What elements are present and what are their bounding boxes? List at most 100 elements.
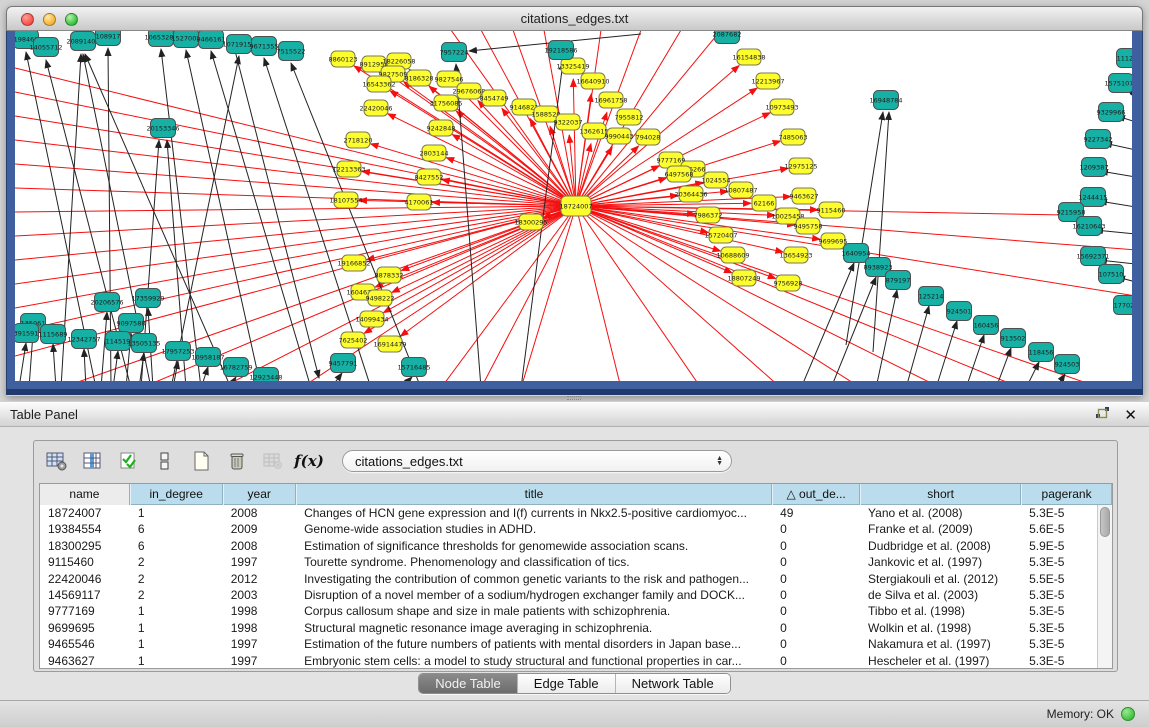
table-scrollbar-thumb[interactable] (1100, 507, 1110, 537)
table-cell-title[interactable]: Genome-wide association studies in ADHD. (296, 521, 772, 537)
table-cell-in_degree[interactable]: 6 (130, 521, 223, 537)
table-cell-year[interactable]: 2012 (223, 571, 296, 587)
network-canvas[interactable]: 1872400788601238912954182260589827509165… (15, 31, 1132, 381)
table-cell-title[interactable]: Estimation of the future numbers of pati… (296, 636, 772, 652)
table-cell-title[interactable]: Tourette syndrome. Phenomenology and cla… (296, 554, 772, 570)
table-cell-year[interactable]: 2003 (223, 587, 296, 603)
table-row[interactable]: 1830029562008Estimation of significance … (40, 538, 1112, 554)
table-cell-title[interactable]: Disruption of a novel member of a sodium… (296, 587, 772, 603)
table-selector-dropdown[interactable]: citations_edges.txt ▲▼ (342, 450, 732, 472)
table-cell-name[interactable]: 9777169 (40, 603, 130, 619)
table-cell-name[interactable]: 19384554 (40, 521, 130, 537)
table-cell-short[interactable]: Stergiakouli et al. (2012) (860, 571, 1021, 587)
table-cell-in_degree[interactable]: 1 (130, 620, 223, 636)
table-cell-out_de[interactable]: 0 (772, 636, 860, 652)
table-cell-out_de[interactable]: 49 (772, 505, 860, 521)
table-cell-short[interactable]: Tibbo et al. (1998) (860, 603, 1021, 619)
table-cell-out_de[interactable]: 0 (772, 571, 860, 587)
table-cell-title[interactable]: Investigating the contribution of common… (296, 571, 772, 587)
table-cell-short[interactable]: Dudbridge et al. (2008) (860, 538, 1021, 554)
table-cell-in_degree[interactable]: 1 (130, 505, 223, 521)
table-cell-short[interactable]: Franke et al. (2009) (860, 521, 1021, 537)
table-mode-icon[interactable] (42, 447, 72, 475)
table-cell-short[interactable]: Wolkin et al. (1998) (860, 620, 1021, 636)
table-cell-name[interactable]: 9463627 (40, 653, 130, 668)
table-row[interactable]: 1872400712008Changes of HCN gene express… (40, 505, 1112, 521)
table-cell-out_de[interactable]: 0 (772, 603, 860, 619)
table-row[interactable]: 911546021997Tourette syndrome. Phenomeno… (40, 554, 1112, 570)
table-cell-in_degree[interactable]: 1 (130, 636, 223, 652)
table-row[interactable]: 2242004622012Investigating the contribut… (40, 571, 1112, 587)
new-column-icon[interactable] (186, 447, 216, 475)
table-cell-year[interactable]: 2009 (223, 521, 296, 537)
delete-column-icon[interactable] (222, 447, 252, 475)
table-cell-year[interactable]: 1998 (223, 603, 296, 619)
table-cell-out_de[interactable]: 0 (772, 521, 860, 537)
close-panel-icon[interactable]: ✕ (1124, 408, 1137, 424)
table-row[interactable]: 1938455462009Genome-wide association stu… (40, 521, 1112, 537)
column-header-out_de[interactable]: △ out_de... (772, 484, 860, 505)
function-builder-icon[interactable]: f(x) (294, 447, 324, 475)
table-cell-year[interactable]: 1997 (223, 653, 296, 668)
table-cell-out_de[interactable]: 0 (772, 554, 860, 570)
table-cell-year[interactable]: 1997 (223, 636, 296, 652)
table-cell-year[interactable]: 2008 (223, 538, 296, 554)
table-cell-short[interactable]: Nakamura et al. (1997) (860, 636, 1021, 652)
graph-node-label: 9990443 (605, 132, 634, 140)
column-header-year[interactable]: year (223, 484, 296, 505)
tab-network-table[interactable]: Network Table (615, 674, 730, 693)
tab-edge-table[interactable]: Edge Table (517, 674, 615, 693)
table-cell-in_degree[interactable]: 2 (130, 571, 223, 587)
table-cell-title[interactable]: Structural magnetic resonance image aver… (296, 620, 772, 636)
table-cell-year[interactable]: 2008 (223, 505, 296, 521)
table-cell-name[interactable]: 18300295 (40, 538, 130, 554)
table-cell-name[interactable]: 14569117 (40, 587, 130, 603)
table-row[interactable]: 946554611997Estimation of the future num… (40, 636, 1112, 652)
column-header-pagerank[interactable]: pagerank (1021, 484, 1112, 505)
show-columns-icon[interactable] (78, 447, 108, 475)
column-header-short[interactable]: short (860, 484, 1021, 505)
table-cell-in_degree[interactable]: 1 (130, 603, 223, 619)
table-cell-name[interactable]: 9115460 (40, 554, 130, 570)
table-cell-title[interactable]: Embryonic stem cells: a model to study s… (296, 653, 772, 668)
column-header-name[interactable]: name (40, 484, 130, 505)
graph-node-label: 1640954 (842, 249, 871, 257)
table-cell-title[interactable]: Corpus callosum shape and size in male p… (296, 603, 772, 619)
column-header-in_degree[interactable]: in_degree (130, 484, 223, 505)
tab-node-table[interactable]: Node Table (419, 674, 517, 693)
table-row[interactable]: 969969511998Structural magnetic resonanc… (40, 620, 1112, 636)
table-cell-out_de[interactable]: 0 (772, 538, 860, 554)
table-cell-in_degree[interactable]: 2 (130, 587, 223, 603)
table-cell-short[interactable]: Jankovic et al. (1997) (860, 554, 1021, 570)
float-panel-icon[interactable] (1095, 406, 1110, 426)
table-cell-in_degree[interactable]: 6 (130, 538, 223, 554)
column-header-title[interactable]: title (296, 484, 772, 505)
table-row[interactable]: 1456911722003Disruption of a novel membe… (40, 587, 1112, 603)
table-cell-title[interactable]: Changes of HCN gene expression and I(f) … (296, 505, 772, 521)
row-height-icon[interactable] (150, 447, 180, 475)
table-cell-short[interactable]: Yano et al. (2008) (860, 505, 1021, 521)
table-cell-name[interactable]: 9465546 (40, 636, 130, 652)
table-scrollbar[interactable] (1097, 505, 1112, 668)
table-cell-name[interactable]: 9699695 (40, 620, 130, 636)
table-cell-name[interactable]: 18724007 (40, 505, 130, 521)
table-cell-out_de[interactable]: 0 (772, 620, 860, 636)
table-cell-name[interactable]: 22420046 (40, 571, 130, 587)
table-cell-title[interactable]: Estimation of significance thresholds fo… (296, 538, 772, 554)
table-cell-year[interactable]: 1998 (223, 620, 296, 636)
table-cell-out_de[interactable]: 0 (772, 653, 860, 668)
graph-node-label: 12975125 (784, 162, 817, 170)
table-cell-out_de[interactable]: 0 (772, 587, 860, 603)
network-window-titlebar[interactable]: citations_edges.txt (6, 6, 1143, 31)
network-graph[interactable]: 1872400788601238912954182260589827509165… (15, 31, 1132, 381)
table-row[interactable]: 946362711997Embryonic stem cells: a mode… (40, 653, 1112, 668)
table-row[interactable]: 977716911998Corpus callosum shape and si… (40, 603, 1112, 619)
table-cell-short[interactable]: de Silva et al. (2003) (860, 587, 1021, 603)
table-cell-short[interactable]: Hescheler et al. (1997) (860, 653, 1021, 668)
table-cell-year[interactable]: 1997 (223, 554, 296, 570)
table-body: 1872400712008Changes of HCN gene express… (40, 505, 1112, 668)
table-cell-in_degree[interactable]: 2 (130, 554, 223, 570)
graph-node-label: 15720407 (704, 231, 737, 239)
select-all-icon[interactable] (114, 447, 144, 475)
table-cell-in_degree[interactable]: 1 (130, 653, 223, 668)
